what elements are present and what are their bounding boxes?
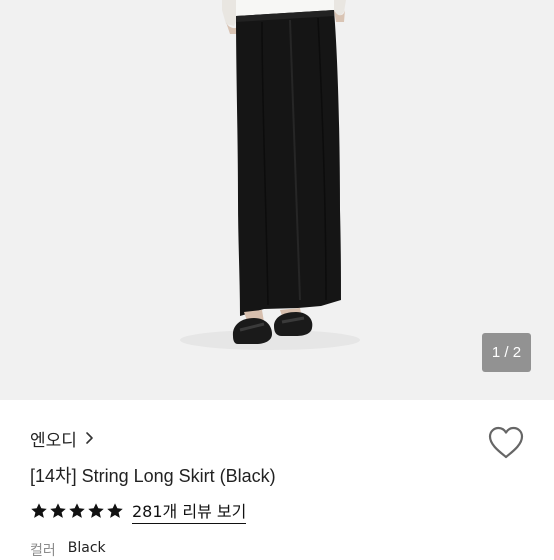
rating-stars xyxy=(30,502,124,520)
heart-outline-icon xyxy=(488,426,524,459)
option-label: 컬러 xyxy=(30,543,56,559)
product-image-gallery[interactable]: 1 / 2 xyxy=(0,0,554,400)
product-photo xyxy=(0,0,554,400)
star-filled-icon xyxy=(107,503,123,518)
star-filled-icon xyxy=(31,503,47,518)
option-value: Black xyxy=(67,540,106,556)
seller-link[interactable]: 엔오디 xyxy=(30,426,95,451)
star-filled-icon xyxy=(88,503,104,518)
product-info: 엔오디 [14차] String Long Skirt (Black) 281개… xyxy=(0,400,554,559)
chevron-right-icon xyxy=(86,432,93,444)
star-filled-icon xyxy=(50,503,66,518)
seller-name: 엔오디 xyxy=(30,430,77,451)
product-title: [14차] String Long Skirt (Black) xyxy=(30,466,276,486)
rating-row: 281개 리뷰 보기 xyxy=(30,498,247,524)
favorite-button[interactable] xyxy=(486,424,526,462)
reviews-link[interactable]: 281개 리뷰 보기 xyxy=(132,498,247,524)
option-row: 컬러 Black xyxy=(30,540,106,560)
image-page-indicator: 1 / 2 xyxy=(482,333,531,372)
star-filled-icon xyxy=(69,503,85,518)
